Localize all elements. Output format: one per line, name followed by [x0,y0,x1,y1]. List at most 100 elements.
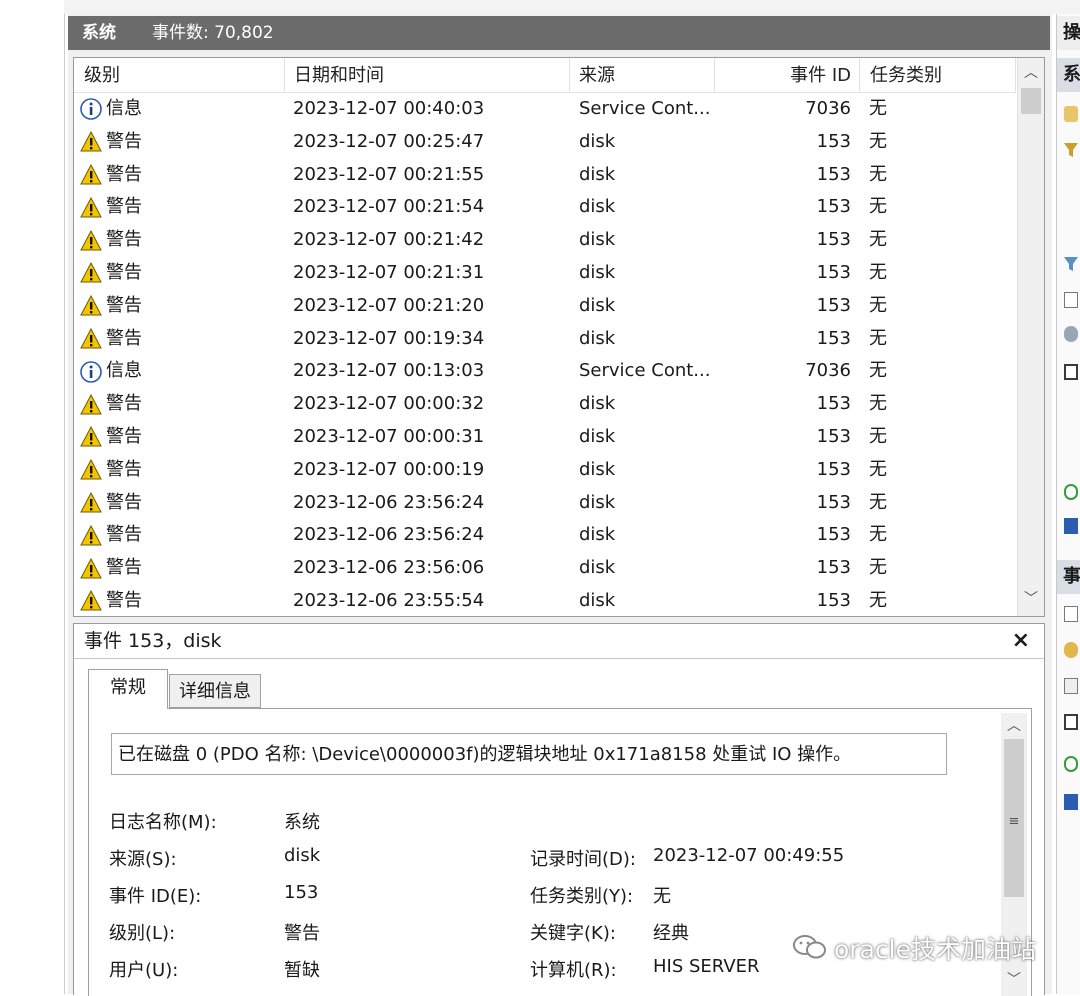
open-folder-icon[interactable] [1064,106,1078,122]
table-row[interactable]: 警告 2023-12-07 00:19:34 disk 153 无 [74,323,1016,356]
level-cell: 信息 [80,355,142,388]
level-text: 信息 [106,360,142,382]
top-toolbar-strip [64,0,1080,14]
event-id-cell: 153 [816,294,851,316]
level-text: 警告 [106,458,142,480]
level-cell: 警告 [80,585,142,616]
level-text: 警告 [106,229,142,251]
scroll-up-arrow-icon[interactable]: ︿ [1018,60,1044,86]
level-cell: 警告 [80,191,142,224]
event-id-cell: 153 [816,196,851,218]
event-id-cell: 153 [816,524,851,546]
level-cell: 信息 [80,93,142,126]
value-level: 警告 [284,923,320,944]
detail-scroll-up-arrow-icon[interactable]: ︿ [1001,713,1027,739]
table-row[interactable]: 信息 2023-12-07 00:13:03 Service Cont... 7036… [74,355,1016,388]
task-category-cell: 无 [869,393,887,415]
table-row[interactable]: 警告 2023-12-07 00:00:31 disk 153 无 [74,421,1016,454]
refresh-icon[interactable] [1064,484,1078,500]
event-rows: 信息 2023-12-07 00:40:03 Service Cont... 7036… [74,93,1016,616]
scroll-down-arrow-icon[interactable]: ﹀ [1018,586,1044,612]
value-user: 暂缺 [284,960,320,981]
event-message-box[interactable]: 已在磁盘 0 (PDO 名称: \Device\0000003f)的逻辑块地址 … [111,733,947,775]
event-id-cell: 153 [816,589,851,611]
column-header-row: 级别 日期和时间 来源 事件 ID 任务类别 [74,58,1016,93]
level-cell: 警告 [80,487,142,520]
table-row[interactable]: 警告 2023-12-06 23:56:24 disk 153 无 [74,487,1016,520]
datetime-cell: 2023-12-07 00:00:19 [293,458,485,480]
help-icon[interactable] [1064,518,1078,534]
task-category-cell: 无 [869,458,887,480]
warning-icon [80,196,102,219]
column-header-level[interactable]: 级别 [74,58,285,92]
tab-general[interactable]: 常规 [88,669,168,709]
event-id-cell: 153 [816,261,851,283]
tab-details[interactable]: 详细信息 [169,674,261,708]
close-icon[interactable]: × [1012,624,1030,658]
actions-section-event[interactable]: 事 [1057,560,1080,594]
warning-icon [80,426,102,448]
label-computer: 计算机(R): [530,960,617,981]
table-row[interactable]: 警告 2023-12-07 00:21:31 disk 153 无 [74,257,1016,290]
event-id-cell: 153 [816,557,851,579]
table-row[interactable]: 警告 2023-12-07 00:21:55 disk 153 无 [74,159,1016,192]
left-navigation-pane [0,0,65,994]
label-task-category: 任务类别(Y): [530,886,634,907]
level-text: 警告 [106,196,142,218]
filter-icon[interactable] [1064,142,1078,158]
level-cell: 警告 [80,290,142,323]
event-id-cell: 153 [816,458,851,480]
task-category-cell: 无 [869,589,887,611]
column-header-task-category[interactable]: 任务类别 [860,58,1016,92]
save-icon[interactable] [1064,364,1078,380]
info-icon [80,98,102,121]
table-row[interactable]: 信息 2023-12-07 00:40:03 Service Cont... 7036… [74,93,1016,126]
find-icon[interactable] [1064,326,1078,342]
save-selected-icon[interactable] [1064,714,1078,730]
task-category-cell: 无 [869,163,887,185]
scroll-thumb[interactable] [1021,88,1041,114]
attach-task-icon[interactable] [1064,642,1078,658]
event-properties-icon[interactable] [1064,606,1078,622]
event-list-scrollbar[interactable]: ︿ ﹀ [1017,58,1044,616]
event-help-icon[interactable] [1064,794,1078,810]
event-id-cell: 153 [816,425,851,447]
column-header-datetime[interactable]: 日期和时间 [285,58,570,92]
level-text: 警告 [106,393,142,415]
label-source: 来源(S): [109,849,177,870]
table-row[interactable]: 警告 2023-12-07 00:21:20 disk 153 无 [74,290,1016,323]
label-logged: 记录时间(D): [530,849,636,870]
actions-header: 操 [1057,16,1080,50]
level-text: 警告 [106,327,142,349]
event-list[interactable]: 级别 日期和时间 来源 事件 ID 任务类别 信息 2023-12-07 00:4… [73,57,1045,617]
source-cell: disk [579,524,616,546]
value-computer: HIS SERVER [653,956,760,977]
datetime-cell: 2023-12-07 00:21:20 [293,294,485,316]
column-header-event-id[interactable]: 事件 ID [715,58,860,92]
table-row[interactable]: 警告 2023-12-07 00:25:47 disk 153 无 [74,126,1016,159]
source-cell: disk [579,557,616,579]
table-row[interactable]: 警告 2023-12-07 00:21:42 disk 153 无 [74,224,1016,257]
table-row[interactable]: 警告 2023-12-07 00:21:54 disk 153 无 [74,191,1016,224]
table-row[interactable]: 警告 2023-12-06 23:56:24 disk 153 无 [74,519,1016,552]
datetime-cell: 2023-12-07 00:21:54 [293,196,485,218]
log-name: 系统 [82,23,116,43]
level-text: 警告 [106,261,142,283]
table-row[interactable]: 警告 2023-12-06 23:56:06 disk 153 无 [74,552,1016,585]
table-row[interactable]: 警告 2023-12-06 23:55:54 disk 153 无 [74,585,1016,616]
properties-icon[interactable] [1064,292,1078,308]
actions-section-log[interactable]: 系 [1057,58,1080,92]
label-keywords: 关键字(K): [530,923,616,944]
task-category-cell: 无 [869,425,887,447]
table-row[interactable]: 警告 2023-12-07 00:00:19 disk 153 无 [74,454,1016,487]
task-category-cell: 无 [869,491,887,513]
level-cell: 警告 [80,421,142,454]
refresh-event-icon[interactable] [1064,756,1078,772]
copy-icon[interactable] [1064,678,1078,694]
table-row[interactable]: 警告 2023-12-07 00:00:32 disk 153 无 [74,388,1016,421]
warning-icon [80,163,102,186]
detail-scroll-down-arrow-icon[interactable]: ﹀ [1001,967,1027,993]
column-header-source[interactable]: 来源 [570,58,715,92]
warning-icon [80,393,102,416]
clear-filter-icon[interactable] [1064,256,1078,272]
